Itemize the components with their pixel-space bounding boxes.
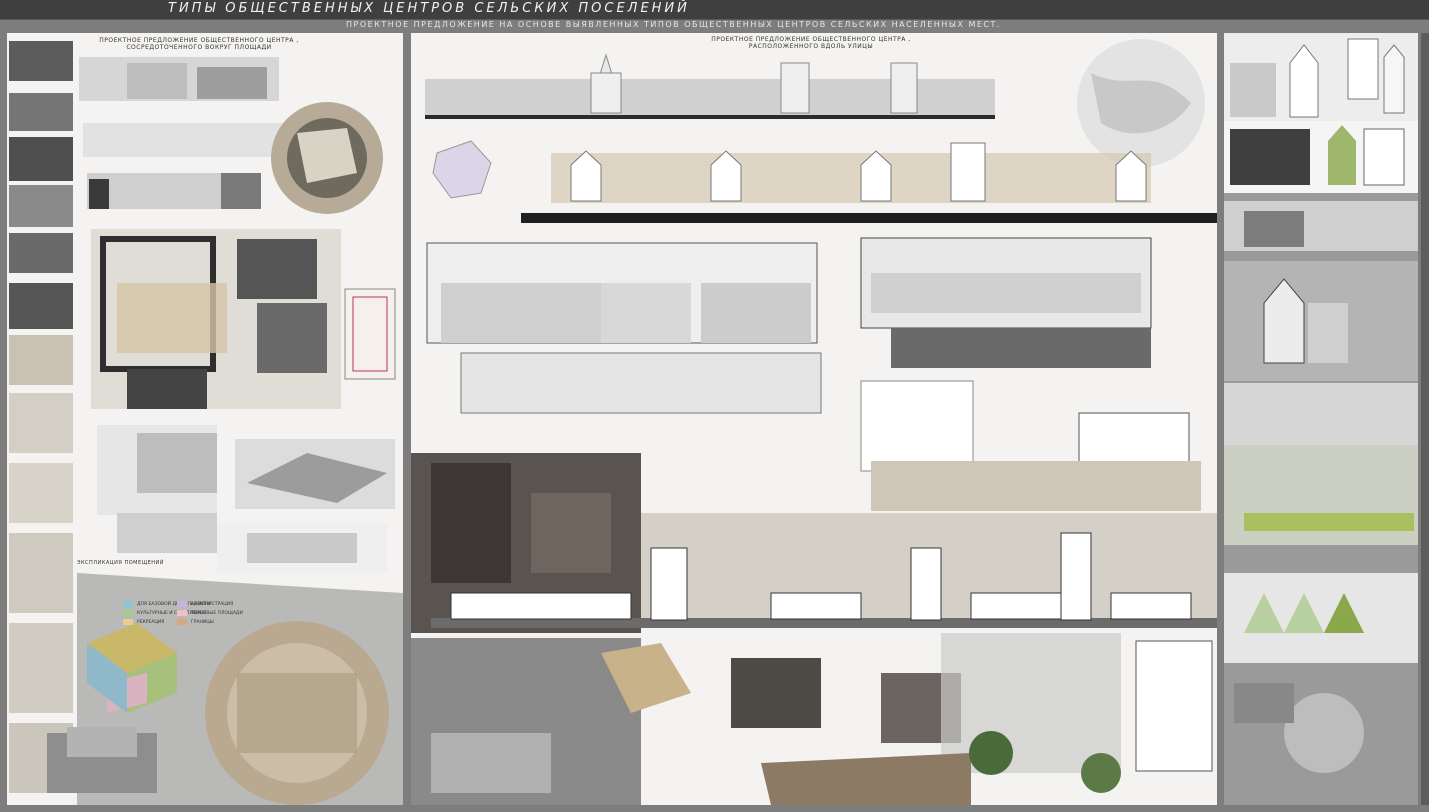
right-panel [1224, 33, 1418, 805]
legend-item: ТОРГОВЫЕ ПЛОЩАДИ [177, 610, 243, 616]
poster-subtitle: ПРОЕКТНОЕ ПРЕДЛОЖЕНИЕ НА ОСНОВЕ ВЫЯВЛЕНН… [346, 20, 1001, 29]
legend-label: АДМИНИСТРАЦИЯ [191, 601, 234, 607]
left-heading-line2: СОСРЕДОТОЧЕННОГО ВОКРУГ ПЛОЩАДИ [126, 44, 272, 51]
center-heading-line1: ПРОЕКТНОЕ ПРЕДЛОЖЕНИЕ ОБЩЕСТВЕННОГО ЦЕНТ… [711, 36, 911, 43]
legend-title: ЭКСПЛИКАЦИЯ ПОМЕЩЕНИЙ [77, 560, 164, 566]
legend-swatch [123, 601, 133, 607]
legend-swatch [177, 601, 187, 607]
center-heading-line2: РАСПОЛОЖЕННОГО ВДОЛЬ УЛИЦЫ [748, 43, 874, 50]
legend-swatch [123, 610, 133, 616]
legend-label: ГРАНИЦЫ [191, 619, 214, 625]
legend-swatch [123, 619, 133, 625]
center-panel-drawings [411, 39, 1217, 805]
right-panel-drawings [1224, 33, 1418, 805]
center-panel: ПРОЕКТНОЕ ПРЕДЛОЖЕНИЕ ОБЩЕСТВЕННОГО ЦЕНТ… [411, 33, 1217, 805]
legend-col2: АДМИНИСТРАЦИЯ ТОРГОВЫЕ ПЛОЩАДИ ГРАНИЦЫ [177, 601, 243, 628]
legend-label: РЕКРЕАЦИЯ [137, 619, 165, 625]
left-heading-line1: ПРОЕКТНОЕ ПРЕДЛОЖЕНИЕ ОБЩЕСТВЕННОГО ЦЕНТ… [99, 37, 299, 44]
title-bar: ТИПЫ ОБЩЕСТВЕННЫХ ЦЕНТРОВ СЕЛЬСКИХ ПОСЕЛ… [0, 0, 1429, 20]
legend-swatch [177, 619, 187, 625]
legend-label: ТОРГОВЫЕ ПЛОЩАДИ [191, 610, 243, 616]
legend-item: АДМИНИСТРАЦИЯ [177, 601, 243, 607]
left-panel-drawings [9, 41, 403, 805]
left-panel: ПРОЕКТНОЕ ПРЕДЛОЖЕНИЕ ОБЩЕСТВЕННОГО ЦЕНТ… [7, 33, 403, 805]
right-edge-strip [1421, 33, 1429, 805]
legend-item: ГРАНИЦЫ [177, 619, 243, 625]
reference-photos [9, 41, 73, 793]
legend-swatch [177, 610, 187, 616]
poster-title: ТИПЫ ОБЩЕСТВЕННЫХ ЦЕНТРОВ СЕЛЬСКИХ ПОСЕЛ… [168, 1, 690, 16]
